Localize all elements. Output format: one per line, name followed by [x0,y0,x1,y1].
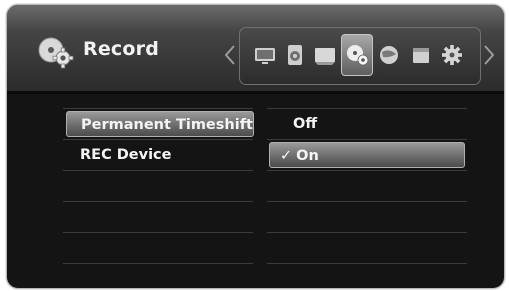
row-divider [63,108,253,109]
settings-window: Record Permanent Timeshift REC Device Of… [6,4,505,289]
row-divider [267,108,467,109]
display-icon[interactable] [252,42,278,68]
network-icon[interactable] [376,42,402,68]
row-divider [63,170,253,171]
option-off[interactable]: Off [269,111,465,137]
option-on[interactable]: ✓ On [269,142,465,168]
chevron-left-icon[interactable] [225,45,235,65]
record-gear-icon[interactable] [341,34,373,76]
row-divider [267,232,467,233]
category-icon-bar [239,27,481,85]
page-title: Record [83,38,160,60]
check-icon: ✓ [280,148,293,164]
settings-gear-icon[interactable] [439,42,465,68]
row-divider [63,263,253,264]
header-bar: Record [7,5,504,91]
menu-item-rec-device[interactable]: REC Device [66,142,254,168]
row-divider [63,139,253,140]
option-label: On [296,148,319,164]
chevron-right-icon[interactable] [484,45,494,65]
record-gear-icon [38,37,74,69]
audio-icon[interactable] [282,42,308,68]
screen-icon[interactable] [312,42,338,68]
lock-icon[interactable] [408,42,434,68]
row-divider [267,201,467,202]
row-divider [63,232,253,233]
option-label: Off [293,116,318,132]
row-divider [267,139,467,140]
menu-item-permanent-timeshift[interactable]: Permanent Timeshift [66,111,254,137]
row-divider [63,201,253,202]
row-divider [267,170,467,171]
row-divider [267,263,467,264]
header-divider [7,91,504,94]
